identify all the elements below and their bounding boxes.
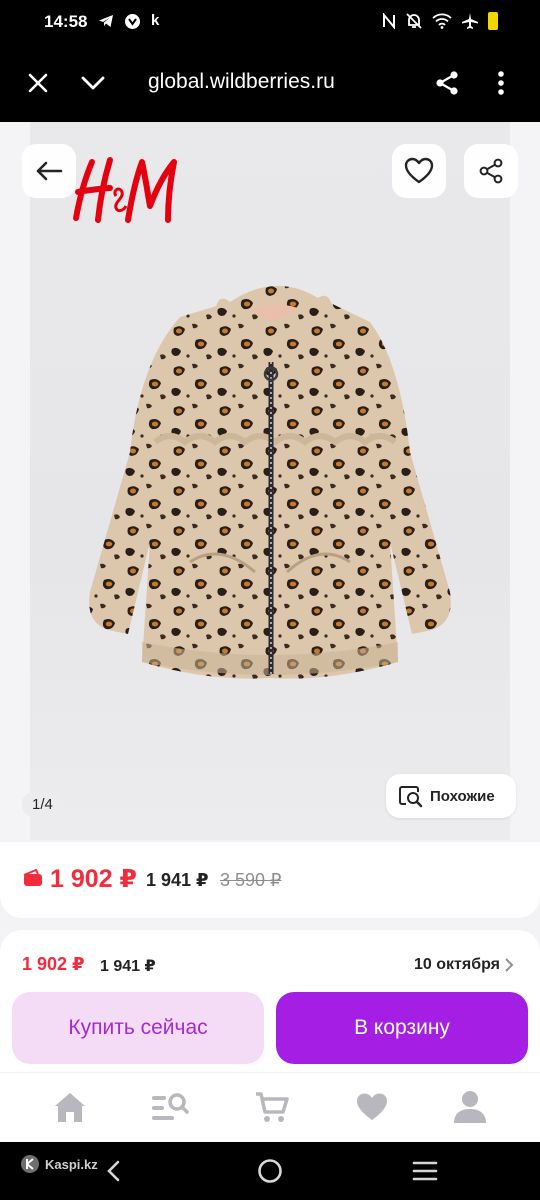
- status-time: 14:58: [44, 12, 88, 31]
- share-icon: [479, 158, 503, 184]
- chevron-down-icon: [81, 76, 105, 90]
- close-icon: [28, 73, 48, 93]
- product-page: 1/4 Похожие 1 902 ₽ 1 941 ₽ 3 590 ₽ 1 90…: [0, 122, 540, 1142]
- panel-wallet-price: 1 941 ₽: [100, 958, 156, 975]
- status-letter: k: [151, 12, 160, 29]
- share-icon: [436, 71, 458, 95]
- home-icon: [55, 1093, 85, 1122]
- wallet-icon: [23, 868, 42, 886]
- catalog-search-icon: [152, 1093, 189, 1120]
- tab-favorites[interactable]: [352, 1087, 392, 1127]
- nav-back-button[interactable]: [98, 1156, 128, 1186]
- heart-outline-icon: [404, 157, 434, 184]
- tab-profile[interactable]: [450, 1087, 490, 1127]
- brand-logo[interactable]: [70, 156, 180, 231]
- battery-icon: [488, 12, 498, 30]
- close-button[interactable]: [19, 64, 57, 102]
- tab-catalog[interactable]: [150, 1087, 190, 1127]
- airplane-icon: [462, 13, 478, 29]
- bottom-tabbar: [0, 1072, 540, 1142]
- screen: 14:58 k global.wildberries.ru 1/4 Похожи…: [0, 0, 540, 1200]
- panel-price: 1 902 ₽: [22, 954, 85, 974]
- heart-icon: [357, 1093, 387, 1120]
- profile-icon: [454, 1091, 486, 1123]
- menu-lines-icon: [412, 1161, 438, 1181]
- price-card: 1 902 ₽ 1 941 ₽ 3 590 ₽: [0, 842, 540, 918]
- system-navbar: Kaspi.kz: [0, 1142, 540, 1200]
- status-bar: 14:58 k: [0, 0, 540, 44]
- add-to-cart-button[interactable]: В корзину: [276, 992, 528, 1064]
- collapse-button[interactable]: [74, 64, 112, 102]
- nfc-icon: [383, 13, 395, 29]
- wifi-icon: [432, 13, 452, 29]
- image-counter: 1/4: [22, 792, 63, 817]
- nav-home-button[interactable]: [255, 1156, 285, 1186]
- kaspi-label: Kaspi.kz: [45, 1156, 98, 1172]
- similar-button[interactable]: Похожие: [386, 774, 516, 818]
- url-text[interactable]: global.wildberries.ru: [148, 70, 335, 94]
- telegram-icon: [99, 15, 113, 27]
- tab-home[interactable]: [50, 1087, 90, 1127]
- menu-button[interactable]: [482, 64, 520, 102]
- nav-recents-button[interactable]: [410, 1156, 440, 1186]
- cart-icon: [256, 1092, 289, 1122]
- image-search-icon: [399, 786, 423, 808]
- delivery-date[interactable]: 10 октября: [414, 956, 500, 974]
- old-price: 3 590 ₽: [220, 870, 282, 890]
- status-left-icons: k: [98, 12, 159, 30]
- back-nav-icon: [107, 1160, 120, 1182]
- share-product-button[interactable]: [464, 144, 518, 198]
- wallet-price: 1 941 ₽: [146, 870, 209, 890]
- product-gallery[interactable]: 1/4 Похожие: [0, 122, 540, 840]
- buy-panel: 1 902 ₽ 1 941 ₽ 10 октября Купить сейчас…: [0, 930, 540, 1072]
- back-button[interactable]: [22, 144, 76, 198]
- similar-label: Похожие: [430, 787, 495, 805]
- mute-icon: [406, 13, 422, 29]
- app-icon: [125, 13, 140, 29]
- share-page-button[interactable]: [428, 64, 466, 102]
- kaspi-icon: [21, 1155, 39, 1173]
- current-price: 1 902 ₽: [50, 865, 137, 893]
- chevron-right-icon[interactable]: [504, 956, 514, 974]
- buy-now-button[interactable]: Купить сейчас: [12, 992, 264, 1064]
- kaspi-badge[interactable]: Kaspi.kz: [20, 1154, 98, 1174]
- hm-logo: [73, 157, 177, 223]
- tab-cart[interactable]: [252, 1087, 292, 1127]
- favorite-button[interactable]: [392, 144, 446, 198]
- status-right-icons: [382, 12, 498, 30]
- more-vert-icon: [498, 71, 504, 95]
- arrow-left-icon: [36, 161, 63, 181]
- home-circle-icon: [258, 1159, 282, 1183]
- browser-toolbar: global.wildberries.ru: [0, 44, 540, 122]
